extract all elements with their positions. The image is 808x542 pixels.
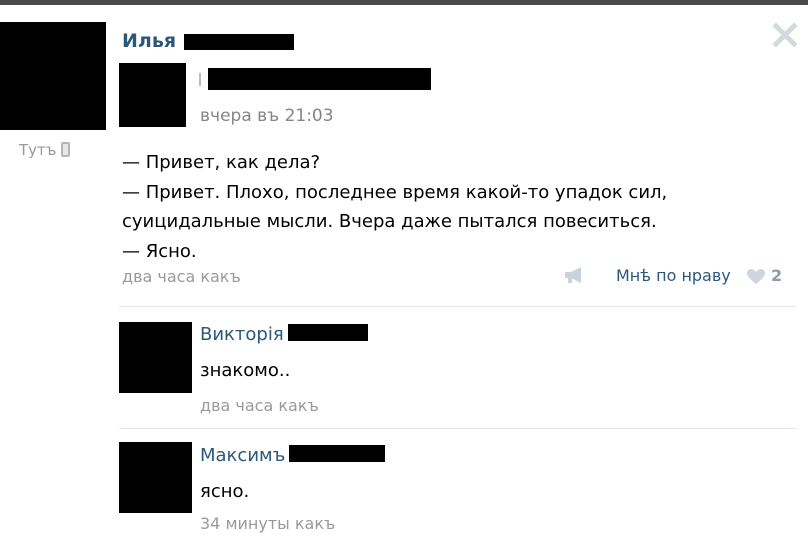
repost-timestamp[interactable]: вчера въ 21:03 bbox=[200, 106, 334, 126]
comment-divider bbox=[119, 306, 796, 307]
mobile-phone-icon bbox=[61, 142, 71, 157]
redacted-surname bbox=[289, 445, 386, 462]
post-text: — Привет, как дела? — Привет. Плохо, пос… bbox=[122, 148, 667, 266]
comment-avatar[interactable] bbox=[119, 442, 192, 513]
comment-timestamp[interactable]: два часа какъ bbox=[200, 396, 319, 415]
author-avatar[interactable] bbox=[0, 22, 106, 130]
repost-author-name[interactable] bbox=[196, 68, 431, 90]
post-text-line: — Привет, как дела? bbox=[122, 152, 321, 173]
repost-avatar[interactable] bbox=[119, 63, 186, 127]
post-author-first-name: Илья bbox=[122, 30, 177, 52]
comment-avatar[interactable] bbox=[119, 322, 192, 393]
redacted-surname bbox=[287, 324, 368, 341]
like-button[interactable]: Мнѣ по нраву bbox=[616, 266, 731, 285]
comment-divider bbox=[119, 428, 796, 429]
redacted-repost-name bbox=[208, 68, 431, 90]
megaphone-icon[interactable] bbox=[563, 265, 585, 285]
post-text-line: суицидальные мысли. Вчера даже пытался п… bbox=[122, 211, 657, 232]
comment-author-first-name: Максимъ bbox=[200, 445, 286, 466]
comment-author-name[interactable]: Максимъ bbox=[200, 445, 386, 466]
like-count[interactable]: 2 bbox=[771, 266, 782, 285]
redacted-surname bbox=[184, 33, 295, 50]
post-author-name[interactable]: Илья bbox=[122, 30, 295, 52]
post-text-line: — Привет. Плохо, последнее время какой-т… bbox=[122, 181, 668, 203]
top-border bbox=[0, 0, 808, 5]
post-text-line: — Ясно. bbox=[122, 240, 197, 262]
comment-text: ясно. bbox=[200, 481, 250, 502]
repost-name-fragment bbox=[199, 73, 201, 86]
online-status-label: Тутъ bbox=[19, 141, 57, 159]
comment-timestamp[interactable]: 34 минуты какъ bbox=[200, 514, 335, 533]
online-status: Тутъ bbox=[19, 141, 71, 159]
close-icon[interactable] bbox=[772, 22, 798, 48]
post-timestamp[interactable]: два часа какъ bbox=[122, 267, 241, 286]
comment-text: знакомо.. bbox=[200, 360, 291, 381]
comment-author-first-name: Викторія bbox=[200, 324, 284, 345]
comment-author-name[interactable]: Викторія bbox=[200, 324, 368, 345]
heart-icon[interactable] bbox=[746, 268, 766, 285]
